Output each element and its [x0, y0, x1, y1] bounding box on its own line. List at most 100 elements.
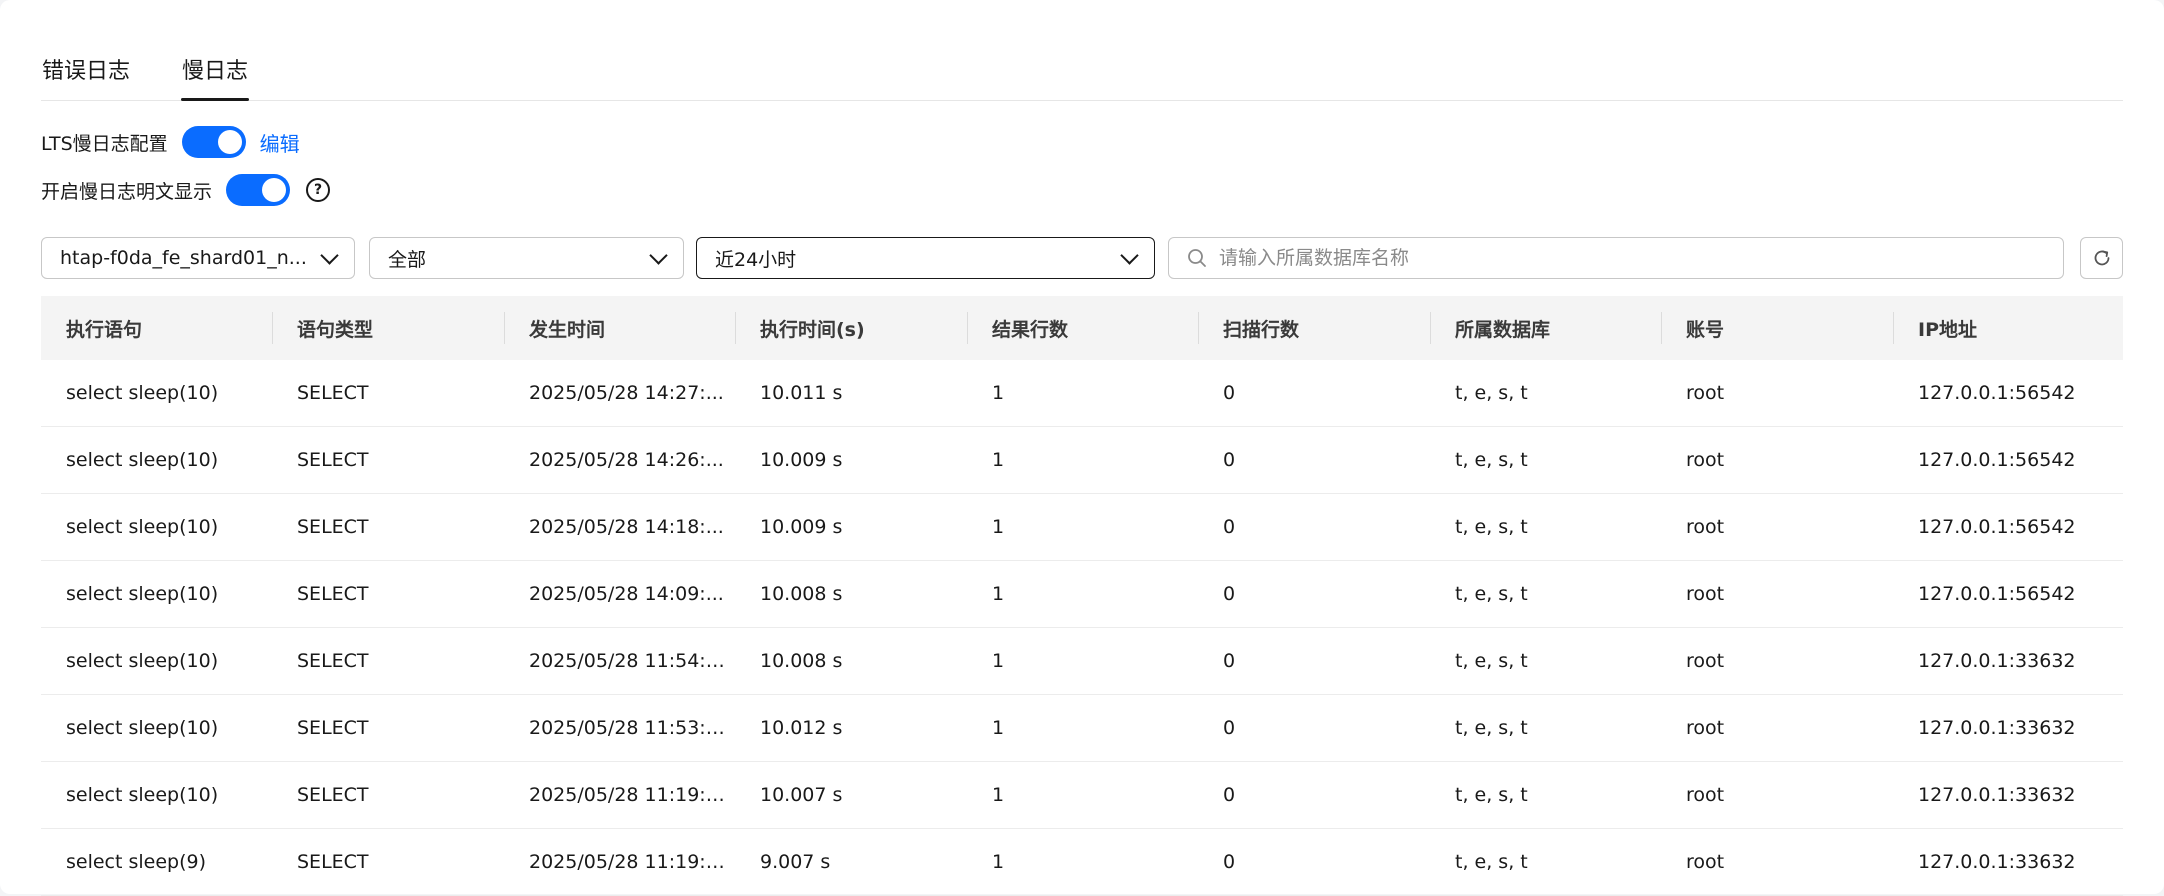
cell-scan-rows: 0	[1198, 627, 1430, 695]
database-search	[1168, 237, 2064, 279]
cell-time: 2025/05/28 11:19:3...	[504, 828, 735, 896]
cell-type: SELECT	[272, 360, 504, 427]
cell-type: SELECT	[272, 627, 504, 695]
column-header-statement[interactable]: 执行语句	[41, 296, 272, 360]
edit-link[interactable]: 编辑	[260, 128, 300, 157]
column-header-time[interactable]: 发生时间	[504, 296, 735, 360]
cell-database: t, e, s, t	[1430, 560, 1661, 628]
toggle-knob	[217, 130, 242, 154]
cell-type: SELECT	[272, 560, 504, 628]
cell-ip: 127.0.0.1:56542	[1893, 493, 2123, 561]
cell-duration: 10.008 s	[735, 560, 967, 628]
help-icon[interactable]: ?	[306, 178, 331, 202]
cell-account: root	[1661, 828, 1893, 896]
cell-scan-rows: 0	[1198, 360, 1430, 427]
tab-error-log[interactable]: 错误日志	[41, 44, 131, 100]
cell-scan-rows: 0	[1198, 560, 1430, 628]
cell-result-rows: 1	[967, 828, 1198, 896]
cell-scan-rows: 0	[1198, 828, 1430, 896]
cell-time: 2025/05/28 11:53:2...	[504, 694, 735, 762]
log-tabs: 错误日志 慢日志	[41, 44, 2123, 101]
column-header-ip[interactable]: IP地址	[1893, 296, 2123, 360]
table-header-row: 执行语句 语句类型 发生时间 执行时间(s) 结果行数 扫描行数 所属数据库 账…	[41, 296, 2123, 360]
lts-config-row: LTS慢日志配置 编辑	[41, 124, 300, 160]
cell-account: root	[1661, 560, 1893, 628]
cell-duration: 10.012 s	[735, 694, 967, 762]
cell-result-rows: 1	[967, 560, 1198, 628]
cell-statement: select sleep(9)	[41, 828, 272, 896]
cell-ip: 127.0.0.1:33632	[1893, 828, 2123, 896]
cell-scan-rows: 0	[1198, 694, 1430, 762]
cell-account: root	[1661, 694, 1893, 762]
cell-scan-rows: 0	[1198, 493, 1430, 561]
column-header-account[interactable]: 账号	[1661, 296, 1893, 360]
cell-ip: 127.0.0.1:56542	[1893, 360, 2123, 427]
cell-type: SELECT	[272, 761, 504, 829]
cell-result-rows: 1	[967, 360, 1198, 427]
cell-ip: 127.0.0.1:56542	[1893, 560, 2123, 628]
column-header-duration[interactable]: 执行时间(s)	[735, 296, 967, 360]
time-range-value: 近24小时	[715, 248, 797, 271]
cell-result-rows: 1	[967, 493, 1198, 561]
cell-statement: select sleep(10)	[41, 360, 272, 427]
cell-account: root	[1661, 627, 1893, 695]
table-row[interactable]: select sleep(10) SELECT 2025/05/28 14:26:.…	[41, 426, 2123, 494]
table-row[interactable]: select sleep(10) SELECT 2025/05/28 14:09:.…	[41, 560, 2123, 628]
cell-statement: select sleep(10)	[41, 493, 272, 561]
column-header-result-rows[interactable]: 结果行数	[967, 296, 1198, 360]
column-header-database[interactable]: 所属数据库	[1430, 296, 1661, 360]
cell-scan-rows: 0	[1198, 426, 1430, 494]
slow-log-table: 执行语句 语句类型 发生时间 执行时间(s) 结果行数 扫描行数 所属数据库 账…	[41, 296, 2123, 896]
cell-result-rows: 1	[967, 426, 1198, 494]
cell-time: 2025/05/28 14:18:...	[504, 493, 735, 561]
cell-database: t, e, s, t	[1430, 426, 1661, 494]
cell-time: 2025/05/28 14:09:...	[504, 560, 735, 628]
lts-config-label: LTS慢日志配置	[41, 132, 168, 155]
table-row[interactable]: select sleep(9) SELECT 2025/05/28 11:19:3.…	[41, 828, 2123, 896]
cell-database: t, e, s, t	[1430, 360, 1661, 427]
table-row[interactable]: select sleep(10) SELECT 2025/05/28 14:18:.…	[41, 493, 2123, 561]
cell-database: t, e, s, t	[1430, 694, 1661, 762]
cell-statement: select sleep(10)	[41, 694, 272, 762]
table-row[interactable]: select sleep(10) SELECT 2025/05/28 11:54:1…	[41, 627, 2123, 695]
cell-type: SELECT	[272, 493, 504, 561]
tab-slow-log[interactable]: 慢日志	[181, 44, 250, 101]
cell-database: t, e, s, t	[1430, 493, 1661, 561]
cell-duration: 10.007 s	[735, 761, 967, 829]
chevron-down-icon	[649, 245, 668, 265]
cell-database: t, e, s, t	[1430, 828, 1661, 896]
node-select[interactable]: htap-f0da_fe_shard01_n...	[41, 237, 355, 279]
column-header-type[interactable]: 语句类型	[272, 296, 504, 360]
cell-ip: 127.0.0.1:33632	[1893, 761, 2123, 829]
cell-time: 2025/05/28 14:27:...	[504, 360, 735, 427]
cell-database: t, e, s, t	[1430, 761, 1661, 829]
table-row[interactable]: select sleep(10) SELECT 2025/05/28 11:53:2…	[41, 694, 2123, 762]
cell-type: SELECT	[272, 426, 504, 494]
plaintext-toggle[interactable]	[226, 174, 291, 206]
cell-ip: 127.0.0.1:56542	[1893, 426, 2123, 494]
toggle-knob	[262, 178, 287, 202]
column-header-scan-rows[interactable]: 扫描行数	[1198, 296, 1430, 360]
table-body: select sleep(10) SELECT 2025/05/28 14:27:.…	[41, 360, 2123, 896]
table-row[interactable]: select sleep(10) SELECT 2025/05/28 14:27:.…	[41, 360, 2123, 427]
lts-config-toggle[interactable]	[181, 126, 246, 158]
cell-duration: 10.009 s	[735, 426, 967, 494]
plaintext-label: 开启慢日志明文显示	[41, 180, 213, 203]
cell-duration: 10.009 s	[735, 493, 967, 561]
node-select-value: htap-f0da_fe_shard01_n...	[60, 247, 307, 269]
plaintext-row: 开启慢日志明文显示 ?	[41, 172, 331, 208]
cell-type: SELECT	[272, 828, 504, 896]
table-row[interactable]: select sleep(10) SELECT 2025/05/28 11:19:4…	[41, 761, 2123, 829]
refresh-button[interactable]	[2080, 237, 2123, 279]
cell-time: 2025/05/28 11:54:1...	[504, 627, 735, 695]
cell-account: root	[1661, 493, 1893, 561]
cell-ip: 127.0.0.1:33632	[1893, 694, 2123, 762]
type-select[interactable]: 全部	[369, 237, 684, 279]
time-range-select[interactable]: 近24小时	[696, 237, 1155, 279]
cell-ip: 127.0.0.1:33632	[1893, 627, 2123, 695]
search-input[interactable]	[1217, 246, 2045, 270]
chevron-down-icon	[320, 245, 339, 265]
cell-statement: select sleep(10)	[41, 426, 272, 494]
cell-database: t, e, s, t	[1430, 627, 1661, 695]
cell-scan-rows: 0	[1198, 761, 1430, 829]
